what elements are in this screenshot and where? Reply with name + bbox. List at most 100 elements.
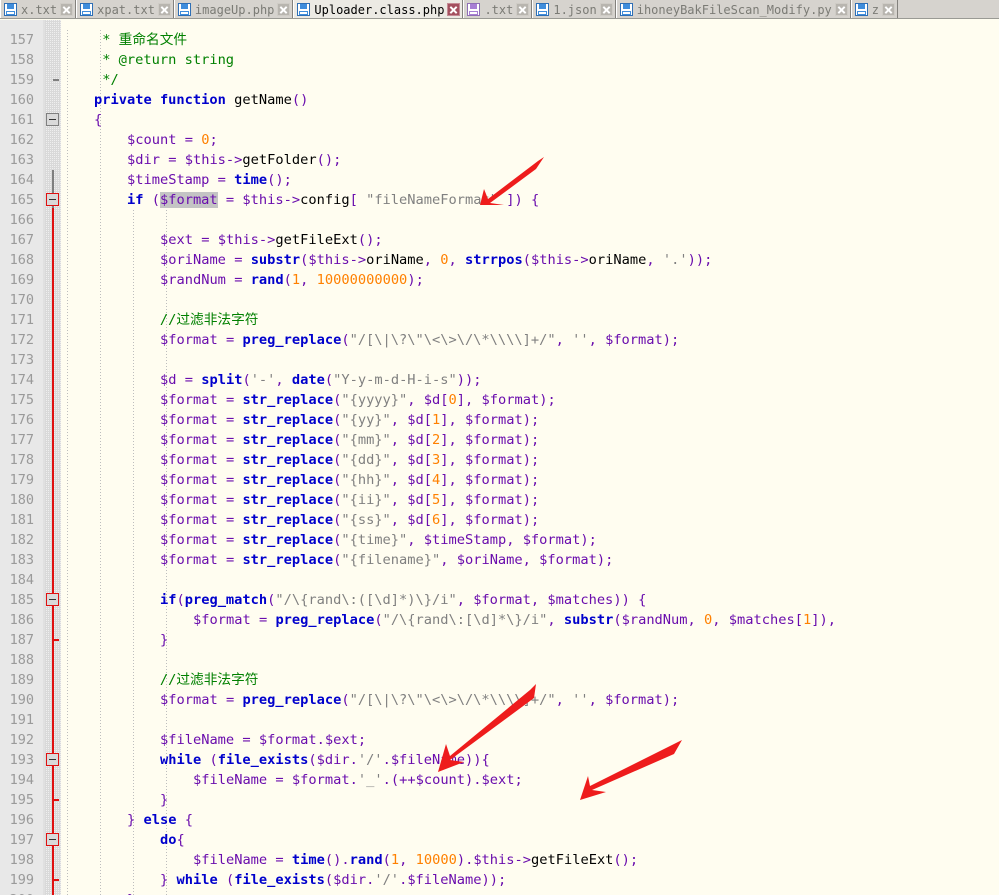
tab-ihoneybakfilescan-modify-py[interactable]: ihoneyBakFileScan_Modify.py xyxy=(616,0,851,19)
fold-toggle-193[interactable] xyxy=(46,753,59,766)
tab-imageup-php[interactable]: imageUp.php xyxy=(174,0,293,19)
line-number: 185 xyxy=(10,590,34,610)
fold-toggle-185[interactable] xyxy=(46,593,59,606)
code-line[interactable]: $count = 0; xyxy=(61,130,218,150)
code-line[interactable]: } xyxy=(61,790,168,810)
fold-end-187 xyxy=(53,639,59,641)
tab-label: 1.json xyxy=(553,3,596,17)
tab-uploader-class-php[interactable]: Uploader.class.php xyxy=(293,0,463,19)
code-line[interactable]: private function getName() xyxy=(61,90,308,110)
code-line[interactable]: $format = str_replace("{yy}", $d[1], $fo… xyxy=(61,410,539,430)
line-number: 181 xyxy=(10,510,34,530)
code-line[interactable]: if ($format = $this->config[ "fileNameFo… xyxy=(61,190,539,210)
fold-end-195 xyxy=(53,799,59,801)
line-number: 199 xyxy=(10,870,34,890)
line-number: 198 xyxy=(10,850,34,870)
line-number: 167 xyxy=(10,230,34,250)
code-line[interactable]: $format = str_replace("{yyyy}", $d[0], $… xyxy=(61,390,556,410)
code-line[interactable]: $fileName = $format.$ext; xyxy=(61,730,366,750)
code-line[interactable]: //过滤非法字符 xyxy=(61,310,259,330)
code-line[interactable]: $ext = $this->getFileExt(); xyxy=(61,230,383,250)
line-number: 194 xyxy=(10,770,34,790)
code-line[interactable]: //过滤非法字符 xyxy=(61,670,259,690)
code-line[interactable]: $format = preg_replace("/[\|\?\"\<\>\/\*… xyxy=(61,330,679,350)
code-line[interactable]: $randNum = rand(1, 10000000000); xyxy=(61,270,424,290)
tab-1-json[interactable]: 1.json xyxy=(532,0,615,19)
code-line[interactable]: } else { xyxy=(61,810,193,830)
fold-end-159 xyxy=(53,79,59,81)
tab-close-icon[interactable] xyxy=(882,3,895,16)
tab-x-txt[interactable]: x.txt xyxy=(0,0,76,19)
code-line[interactable]: $fileName = time().rand(1, 10000).$this-… xyxy=(61,850,638,870)
code-line[interactable]: $d = split('-', date("Y-y-m-d-H-i-s")); xyxy=(61,370,482,390)
code-line[interactable]: $oriName = substr($this->oriName, 0, str… xyxy=(61,250,712,270)
code-line[interactable]: $format = str_replace("{ss}", $d[6], $fo… xyxy=(61,510,539,530)
code-line[interactable]: $format = preg_replace("/[\|\?\"\<\>\/\*… xyxy=(61,690,679,710)
line-number: 169 xyxy=(10,270,34,290)
code-line[interactable]: do{ xyxy=(61,830,185,850)
code-line[interactable]: } xyxy=(61,630,168,650)
tab-label: Uploader.class.php xyxy=(314,3,444,17)
line-number: 186 xyxy=(10,610,34,630)
code-line[interactable]: * 重命名文件 xyxy=(61,30,187,50)
code-editor[interactable]: 1571581591601611621631641651661671681691… xyxy=(0,20,999,895)
code-line[interactable]: { xyxy=(61,110,102,130)
tab-xpat-txt[interactable]: xpat.txt xyxy=(76,0,174,19)
code-line[interactable]: $format = preg_replace("/\{rand\:[\d]*\}… xyxy=(61,610,836,630)
line-number: 189 xyxy=(10,670,34,690)
fold-margin[interactable] xyxy=(45,20,61,895)
line-number: 197 xyxy=(10,830,34,850)
fold-toggle-161[interactable] xyxy=(46,113,59,126)
tab-bar: x.txt xpat.txtimageUp.php Uploader.class.p… xyxy=(0,0,999,19)
line-number: 171 xyxy=(10,310,34,330)
code-line[interactable]: * @return string xyxy=(61,50,234,70)
line-number: 177 xyxy=(10,430,34,450)
code-line[interactable]: $format = str_replace("{dd}", $d[3], $fo… xyxy=(61,450,539,470)
line-number: 175 xyxy=(10,390,34,410)
tab-close-icon[interactable] xyxy=(277,3,290,16)
line-number: 170 xyxy=(10,290,34,310)
fold-toggle-165[interactable] xyxy=(46,193,59,206)
tab-close-icon[interactable] xyxy=(600,3,613,16)
line-number: 183 xyxy=(10,550,34,570)
line-number: 184 xyxy=(10,570,34,590)
file-blue-icon xyxy=(620,3,633,16)
code-line[interactable]: } while (file_exists($dir.'/'.$fileName)… xyxy=(61,870,506,890)
code-line[interactable]: $format = str_replace("{hh}", $d[4], $fo… xyxy=(61,470,539,490)
fold-toggle-197[interactable] xyxy=(46,833,59,846)
code-line[interactable]: $format = str_replace("{time}", $timeSta… xyxy=(61,530,597,550)
code-line[interactable]: if(preg_match("/\{rand\:([\d]*)\}/i", $f… xyxy=(61,590,646,610)
code-line[interactable]: while (file_exists($dir.'/'.$fileName)){ xyxy=(61,750,490,770)
code-line[interactable]: $format = str_replace("{filename}", $ori… xyxy=(61,550,613,570)
line-number-gutter: 1571581591601611621631641651661671681691… xyxy=(0,20,43,895)
code-line[interactable]: } xyxy=(61,890,135,895)
line-number: 168 xyxy=(10,250,34,270)
line-number: 182 xyxy=(10,530,34,550)
code-line[interactable]: $dir = $this->getFolder(); xyxy=(61,150,341,170)
tab-label: x.txt xyxy=(21,3,57,17)
code-line[interactable]: $format = str_replace("{ii}", $d[5], $fo… xyxy=(61,490,539,510)
selected-token: $format xyxy=(160,192,218,208)
tab-close-icon[interactable] xyxy=(835,3,848,16)
tab-close-icon[interactable] xyxy=(447,3,460,16)
file-blue-icon xyxy=(855,3,868,16)
tab-close-icon[interactable] xyxy=(60,3,73,16)
line-number: 160 xyxy=(10,90,34,110)
line-number: 157 xyxy=(10,30,34,50)
code-line[interactable]: $timeStamp = time(); xyxy=(61,170,292,190)
code-line[interactable]: $fileName = $format.'_'.(++$count).$ext; xyxy=(61,770,523,790)
code-line[interactable]: $format = str_replace("{mm}", $d[2], $fo… xyxy=(61,430,539,450)
file-blue-icon xyxy=(178,3,191,16)
code-content[interactable]: * 重命名文件 * @return string */ private func… xyxy=(61,20,999,895)
tab-z[interactable]: z xyxy=(851,0,898,19)
line-number: 193 xyxy=(10,750,34,770)
file-purple-icon xyxy=(467,3,480,16)
code-line[interactable]: */ xyxy=(61,70,119,90)
tab-close-icon[interactable] xyxy=(158,3,171,16)
tab-close-icon[interactable] xyxy=(516,3,529,16)
fold-line-red xyxy=(52,208,54,895)
tab-txt[interactable]: .txt xyxy=(463,0,532,19)
line-number: 172 xyxy=(10,330,34,350)
line-number: 165 xyxy=(10,190,34,210)
line-number: 163 xyxy=(10,150,34,170)
